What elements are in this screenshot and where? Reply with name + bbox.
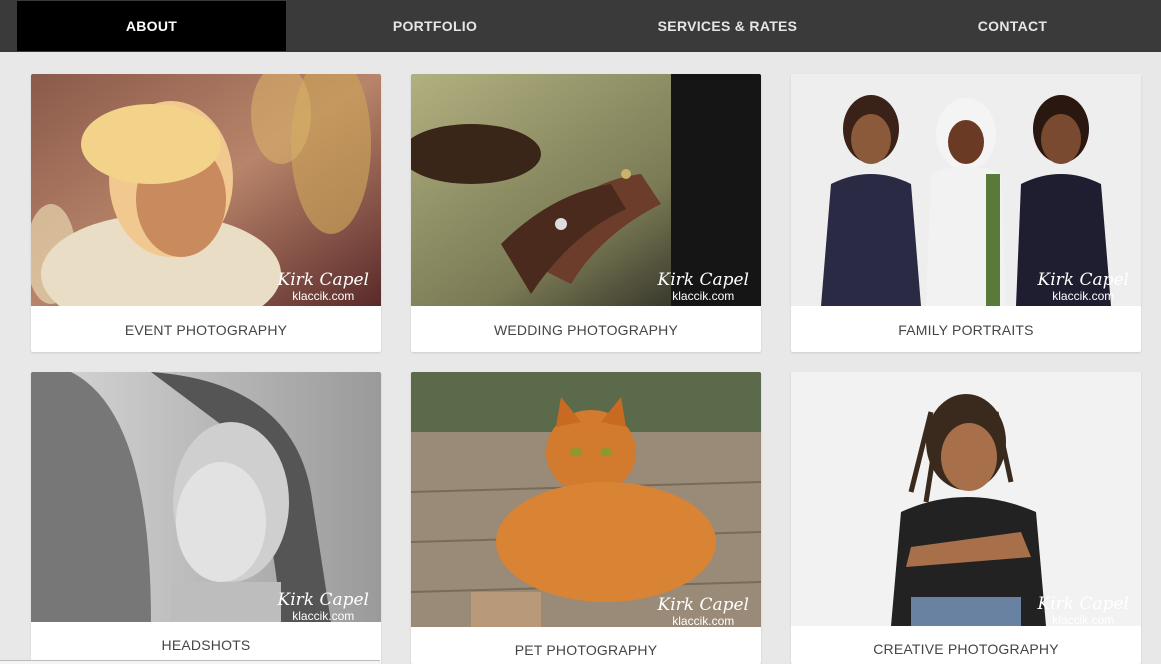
watermark: Kirk Capel klaccik.com	[277, 270, 370, 303]
watermark: Kirk Capel klaccik.com	[657, 595, 750, 628]
pet-photo	[411, 372, 761, 627]
card-creative-photography[interactable]: Kirk Capel klaccik.com CREATIVE PHOTOGRA…	[791, 372, 1141, 664]
card-caption: FAMILY PORTRAITS	[898, 322, 1034, 338]
card-caption: PET PHOTOGRAPHY	[514, 642, 658, 658]
nav-about[interactable]: ABOUT	[17, 1, 286, 51]
card-caption: EVENT PHOTOGRAPHY	[124, 322, 288, 338]
nav-contact[interactable]: CONTACT	[880, 0, 1145, 52]
card-family-portraits[interactable]: Kirk Capel klaccik.com FAMILY PORTRAITS	[791, 74, 1141, 352]
card-pet-photography[interactable]: Kirk Capel klaccik.com PET PHOTOGRAPHY	[411, 372, 761, 664]
watermark: Kirk Capel klaccik.com	[277, 590, 370, 623]
card-event-photography[interactable]: Kirk Capel klaccik.com EVENT PHOTOGRAPHY	[31, 74, 381, 352]
card-wedding-photography[interactable]: Kirk Capel klaccik.com WEDDING PHOTOGRAP…	[411, 74, 761, 352]
headshot-photo	[31, 372, 381, 622]
nav-portfolio[interactable]: PORTFOLIO	[300, 0, 570, 52]
card-caption: HEADSHOTS	[161, 637, 251, 653]
card-caption: CREATIVE PHOTOGRAPHY	[873, 641, 1059, 657]
card-headshots[interactable]: Kirk Capel klaccik.com HEADSHOTS	[31, 372, 381, 664]
card-caption: WEDDING PHOTOGRAPHY	[493, 322, 678, 338]
creative-photo	[791, 372, 1141, 626]
horizontal-scrollbar[interactable]	[0, 660, 380, 664]
watermark: Kirk Capel klaccik.com	[657, 270, 750, 303]
top-nav: ABOUT PORTFOLIO SERVICES & RATES CONTACT	[0, 0, 1161, 52]
watermark: Kirk Capel klaccik.com	[1037, 270, 1130, 303]
watermark: Kirk Capel klaccik.com	[1037, 594, 1130, 627]
nav-services-rates[interactable]: SERVICES & RATES	[590, 0, 865, 52]
